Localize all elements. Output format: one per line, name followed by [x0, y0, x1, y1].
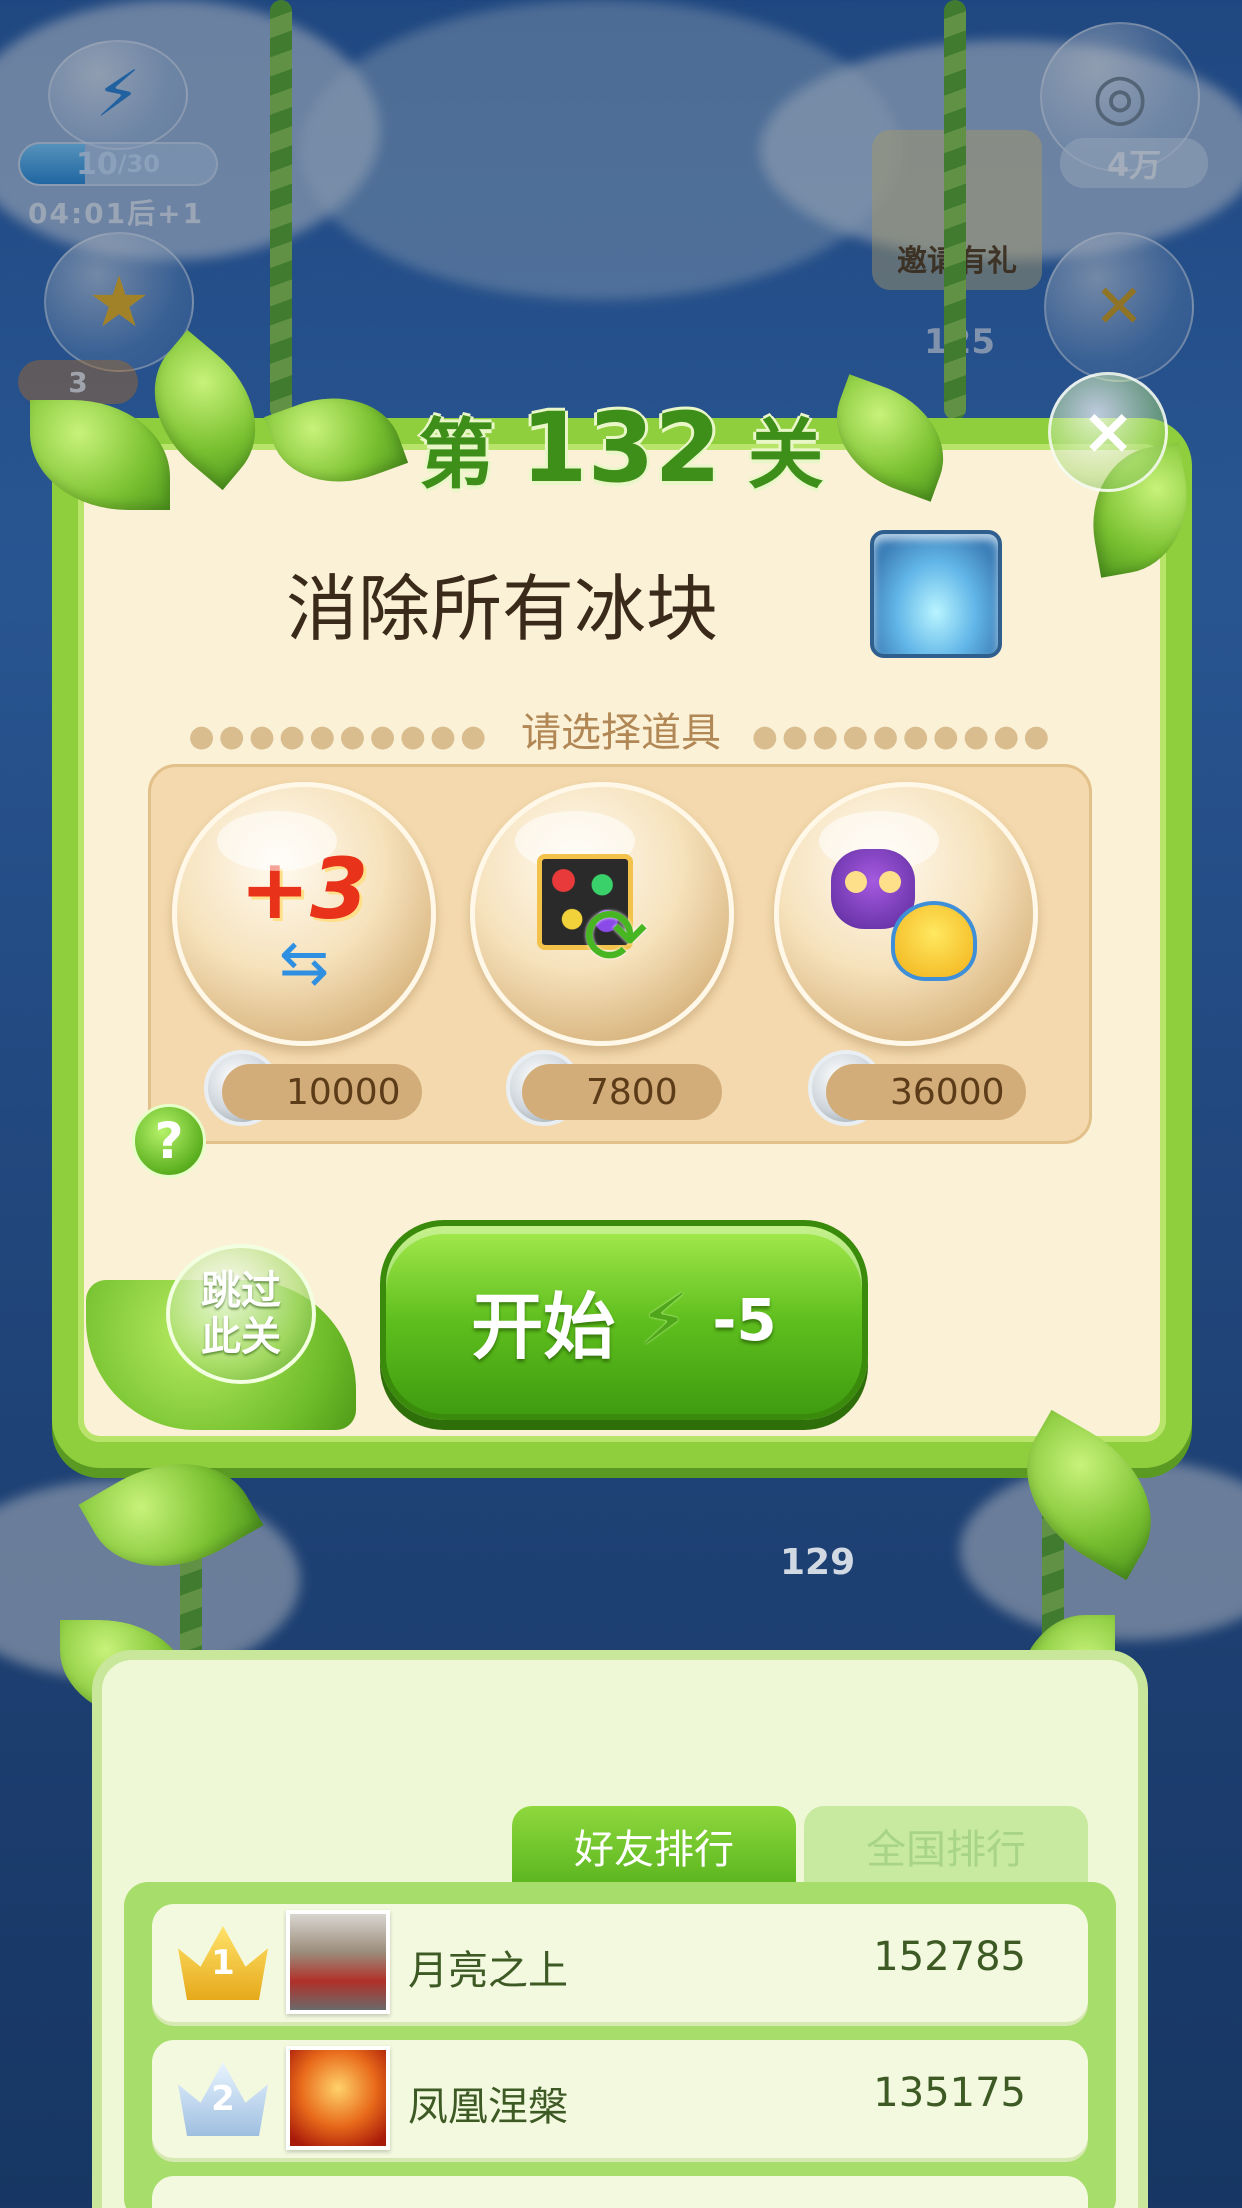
prop-plus-three-moves[interactable]: +3 ⇆: [172, 782, 436, 1046]
avatar: [286, 1910, 390, 2014]
close-icon: ×: [1081, 395, 1135, 469]
ranking-row[interactable]: 1 月亮之上 152785: [152, 1904, 1088, 2022]
skip-line2: 此关: [201, 1314, 281, 1360]
start-cost: -5: [712, 1286, 777, 1354]
title-suffix: 关: [747, 410, 824, 499]
energy-bolt-icon: ⚡: [639, 1279, 689, 1361]
select-label-text: 请选择道具: [521, 710, 721, 756]
tab-friends-ranking[interactable]: 好友排行: [512, 1806, 796, 1886]
level-number: 132: [520, 392, 722, 504]
help-button[interactable]: ?: [132, 1104, 206, 1178]
avatar: [286, 2046, 390, 2150]
player-name: 凤凰涅槃: [408, 2084, 568, 2130]
title-prefix: 第: [418, 410, 495, 499]
ice-block-icon: [870, 530, 1002, 658]
tab-national-ranking[interactable]: 全国排行: [804, 1806, 1088, 1886]
ranking-row[interactable]: 2 凤凰涅槃 135175: [152, 2040, 1088, 2158]
prop-shuffle[interactable]: ⟳: [470, 782, 734, 1046]
player-name: 月亮之上: [408, 1948, 568, 1994]
skip-line1: 跳过: [201, 1268, 281, 1314]
prop-price: 10000: [222, 1064, 422, 1120]
owl-chick-icon: [831, 849, 981, 981]
level-marker: 129: [780, 1542, 856, 1583]
player-score: 135175: [873, 2070, 1026, 2116]
skip-level-button[interactable]: 跳过 此关: [166, 1244, 316, 1384]
ranking-row[interactable]: [152, 2176, 1088, 2208]
level-objective: 消除所有冰块: [286, 567, 719, 651]
silver-crown-icon: 2: [178, 2062, 268, 2136]
gold-crown-icon: 1: [178, 1926, 268, 2000]
prop-price: 7800: [522, 1064, 722, 1120]
question-icon: ?: [154, 1112, 184, 1170]
close-button[interactable]: ×: [1048, 372, 1168, 492]
prop-price: 36000: [826, 1064, 1026, 1120]
select-props-label: ●●●●●●●●●● 请选择道具 ●●●●●●●●●●: [188, 710, 1054, 756]
start-button[interactable]: 开始 ⚡ -5: [380, 1220, 868, 1420]
start-label: 开始: [471, 1284, 616, 1369]
prop-owl-chick[interactable]: [774, 782, 1038, 1046]
shuffle-icon: ⟳: [537, 854, 667, 982]
player-score: 152785: [873, 1934, 1026, 1980]
